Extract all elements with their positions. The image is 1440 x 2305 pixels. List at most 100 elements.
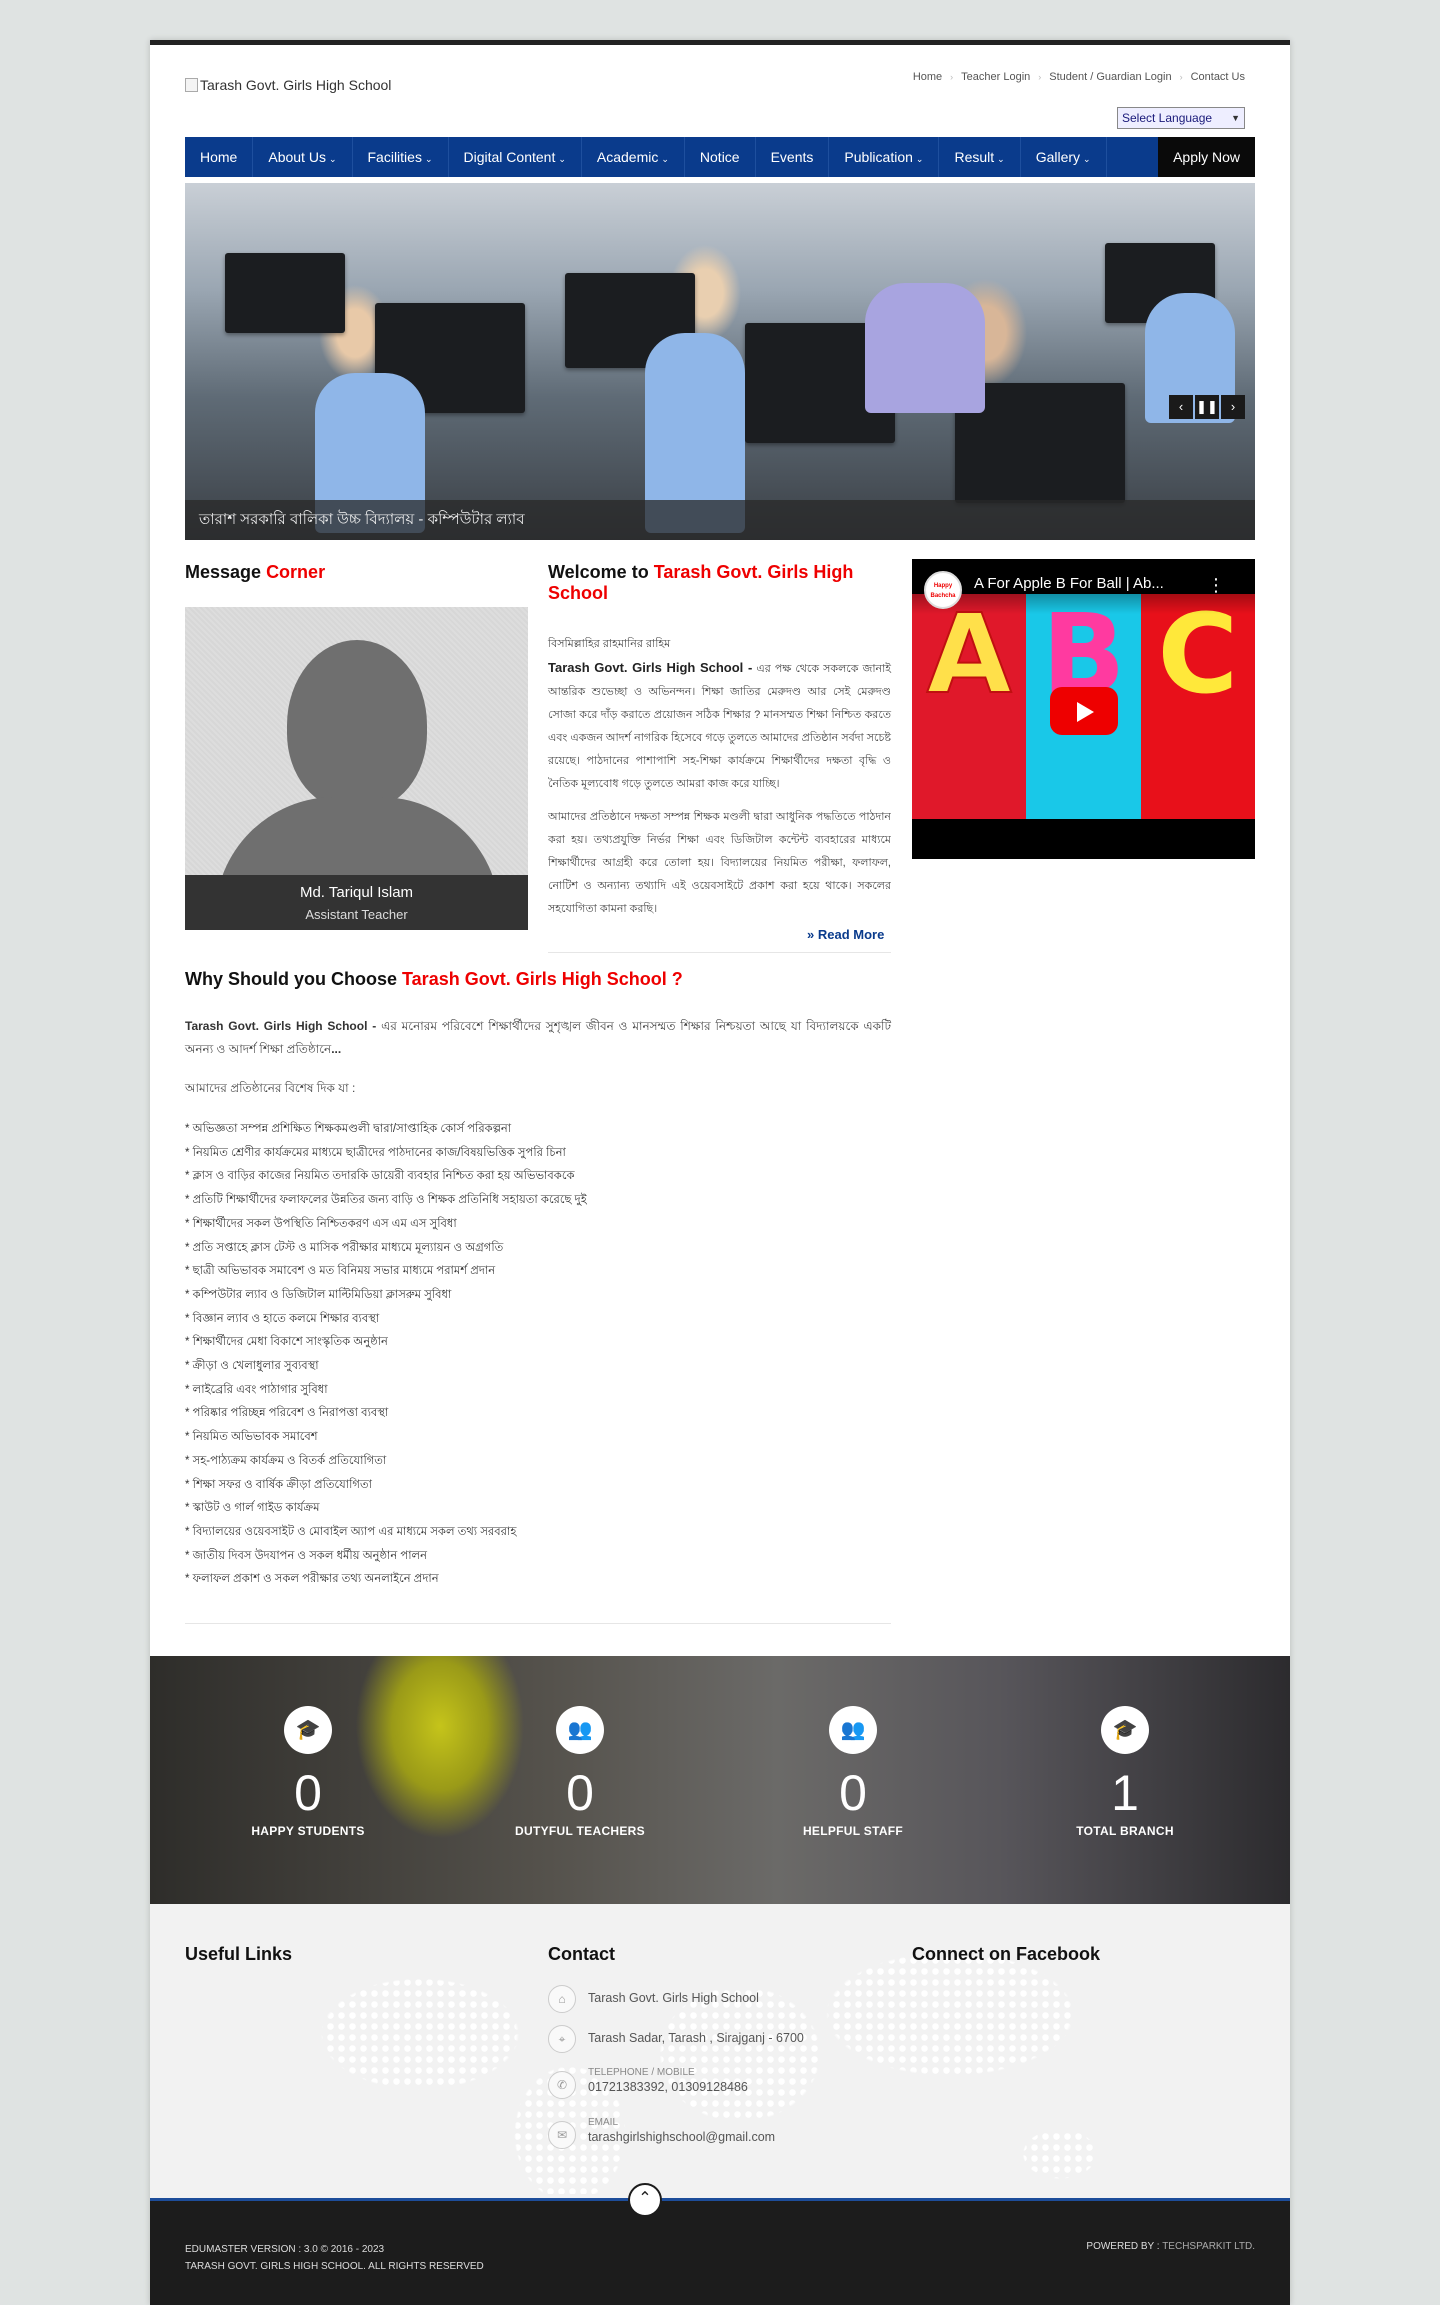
top-link-student-login[interactable]: Student / Guardian Login bbox=[1049, 71, 1171, 83]
facebook-heading: Connect on Facebook bbox=[912, 1944, 1101, 1964]
list-item: * বিদ্যালয়ের ওয়েবসাইট ও মোবাইল অ্যাপ এ… bbox=[185, 1525, 517, 1538]
avatar-placeholder-icon bbox=[287, 640, 427, 810]
welcome-paragraph-2: আমাদের প্রতিষ্ঠানে দক্ষতা সম্পন্ন শিক্ষক… bbox=[548, 811, 891, 914]
graduation-cap-icon: 🎓 bbox=[284, 1706, 332, 1754]
envelope-icon: ✉ bbox=[548, 2121, 576, 2149]
stats-banner: 🎓 0 HAPPY STUDENTS 👥 0 DUTYFUL TEACHERS … bbox=[150, 1656, 1290, 1904]
more-options-icon[interactable]: ⋮ bbox=[1207, 575, 1225, 596]
message-caption: Md. Tariqul Islam Assistant Teacher bbox=[185, 875, 528, 930]
video-title[interactable]: A For Apple B For Ball | Ab... bbox=[912, 559, 1255, 614]
stat-staff: 👥 0 HELPFUL STAFF bbox=[753, 1706, 953, 1838]
stat-value: 1 bbox=[1111, 1765, 1139, 1821]
language-select[interactable]: Select Language ▼ bbox=[1117, 107, 1245, 129]
separator-icon: › bbox=[1038, 72, 1042, 82]
phone-icon: ✆ bbox=[548, 2071, 576, 2099]
list-item: * লাইব্রেরি এবং পাঠাগার সুবিধা bbox=[185, 1383, 328, 1396]
stat-value: 0 bbox=[839, 1765, 867, 1821]
powered-by: POWERED BY : TECHSPARKIT LTD. bbox=[1086, 2241, 1255, 2252]
slider-next-icon[interactable]: › bbox=[1221, 395, 1245, 419]
chevron-down-icon: ⌄ bbox=[997, 154, 1005, 164]
nav-home[interactable]: Home bbox=[185, 137, 254, 177]
building-icon: ⌂ bbox=[548, 1985, 576, 2013]
top-links: Home › Teacher Login › Student / Guardia… bbox=[913, 71, 1245, 83]
hero-slider[interactable]: ‹ ❚❚ › তারাশ সরকারি বালিকা উচ্চ বিদ্যালয… bbox=[185, 183, 1255, 540]
welcome-paragraph-1: এর পক্ষ থেকে সকলকে জানাই আন্তরিক শুভেচ্ছ… bbox=[548, 663, 891, 790]
list-item: * প্রতি সপ্তাহে ক্লাস টেস্ট ও মাসিক পরীক… bbox=[185, 1241, 504, 1254]
nav-result[interactable]: Result ⌄ bbox=[939, 137, 1021, 177]
list-item: * ফলাফল প্রকাশ ও সকল পরীক্ষার তথ্য অনলাই… bbox=[185, 1573, 439, 1586]
apply-now-button[interactable]: Apply Now bbox=[1158, 137, 1255, 177]
channel-avatar[interactable]: Happy Bachcha bbox=[924, 571, 962, 609]
list-item: * সহ-পাঠ্যক্রম কার্যক্রম ও বিতর্ক প্রতিয… bbox=[185, 1454, 387, 1467]
powered-link[interactable]: TECHSPARKIT LTD. bbox=[1162, 2241, 1255, 2252]
stat-value: 0 bbox=[566, 1765, 594, 1821]
message-name: Md. Tariqul Islam bbox=[299, 884, 414, 901]
nav-publication[interactable]: Publication ⌄ bbox=[829, 137, 940, 177]
message-photo: Md. Tariqul Islam Assistant Teacher bbox=[185, 607, 528, 930]
top-link-home[interactable]: Home bbox=[913, 71, 942, 83]
list-item: * শিক্ষার্থীদের সকল উপস্থিতি নিশ্চিতকরণ … bbox=[185, 1217, 457, 1230]
stat-branch: 🎓 1 TOTAL BRANCH bbox=[1025, 1706, 1225, 1838]
read-more-link[interactable]: » Read More bbox=[807, 927, 884, 942]
chevron-down-icon: ⌄ bbox=[915, 154, 924, 164]
contact-phone: ✆ TELEPHONE / MOBILE 01721383392, 013091… bbox=[548, 2067, 748, 2099]
slide-photo-detail bbox=[225, 253, 345, 333]
list-item: * পরিষ্কার পরিচ্ছন্ন পরিবেশ ও নিরাপত্তা … bbox=[185, 1407, 389, 1420]
list-item: * জাতীয় দিবস উদযাপন ও সকল ধর্মীয় অনুষ্… bbox=[185, 1549, 427, 1562]
staff-icon: 👥 bbox=[829, 1706, 877, 1754]
slider-pause-icon[interactable]: ❚❚ bbox=[1195, 395, 1219, 419]
letter-c: C bbox=[1140, 594, 1255, 819]
welcome-intro: বিসমিল্লাহির রাহমানির রাহিম bbox=[548, 638, 671, 650]
letter-a: A bbox=[912, 593, 1027, 819]
list-item: * নিয়মিত শ্রেণীর কার্যক্রমের মাধ্যমে ছা… bbox=[185, 1146, 566, 1159]
chevron-down-icon: ⌄ bbox=[424, 154, 433, 164]
list-item: * বিজ্ঞান ল্যাব ও হাতে কলমে শিক্ষার ব্যব… bbox=[185, 1312, 380, 1325]
nav-events[interactable]: Events bbox=[756, 137, 830, 177]
chevron-down-icon: ▼ bbox=[1231, 113, 1240, 123]
list-item: * ছাত্রী অভিভাবক সমাবেশ ও মত বিনিময় সভা… bbox=[185, 1265, 496, 1278]
school-logo[interactable]: Tarash Govt. Girls High School bbox=[185, 77, 391, 93]
map-pin-icon: ⌖ bbox=[548, 2025, 576, 2053]
language-select-value: Select Language bbox=[1122, 111, 1213, 125]
slide-photo-detail bbox=[865, 283, 985, 413]
divider bbox=[548, 952, 891, 953]
nav-notice[interactable]: Notice bbox=[685, 137, 756, 177]
message-role: Assistant Teacher bbox=[305, 907, 408, 922]
nav-gallery[interactable]: Gallery ⌄ bbox=[1021, 137, 1107, 177]
powered-label: POWERED BY : bbox=[1086, 2241, 1160, 2252]
page-container: Tarash Govt. Girls High School Home › Te… bbox=[150, 40, 1290, 2305]
teachers-icon: 👥 bbox=[556, 1706, 604, 1754]
phone-label: TELEPHONE / MOBILE bbox=[588, 2067, 695, 2078]
stat-value: 0 bbox=[294, 1765, 322, 1821]
nav-digital-content[interactable]: Digital Content ⌄ bbox=[449, 137, 582, 177]
welcome-text: বিসমিল্লাহির রাহমানির রাহিম Tarash Govt.… bbox=[548, 633, 891, 924]
nav-facilities[interactable]: Facilities ⌄ bbox=[353, 137, 449, 177]
nav-academic[interactable]: Academic ⌄ bbox=[582, 137, 685, 177]
contact-address: ⌖ Tarash Sadar, Tarash , Sirajganj - 670… bbox=[548, 2025, 804, 2053]
chevron-down-icon: ⌄ bbox=[1083, 154, 1091, 164]
chevron-down-icon: ⌄ bbox=[661, 154, 669, 164]
play-icon[interactable] bbox=[1050, 687, 1118, 735]
why-intro: Tarash Govt. Girls High School - এর মনোর… bbox=[185, 1019, 891, 1056]
stat-label: DUTYFUL TEACHERS bbox=[515, 1824, 645, 1838]
contact-email: ✉ EMAIL tarashgirlshighschool@gmail.com bbox=[548, 2117, 775, 2149]
why-subheading: আমাদের প্রতিষ্ঠানের বিশেষ দিক যা : bbox=[185, 1081, 356, 1095]
top-link-teacher-login[interactable]: Teacher Login bbox=[961, 71, 1030, 83]
copyright: EDUMASTER VERSION : 3.0 © 2016 - 2023 TA… bbox=[185, 2241, 484, 2275]
nav-about-us[interactable]: About Us ⌄ bbox=[253, 137, 353, 177]
email-value[interactable]: tarashgirlshighschool@gmail.com bbox=[588, 2130, 775, 2144]
stat-label: HAPPY STUDENTS bbox=[251, 1824, 365, 1838]
branch-icon: 🎓 bbox=[1101, 1706, 1149, 1754]
why-heading: Why Should you Choose Tarash Govt. Girls… bbox=[185, 969, 683, 989]
youtube-video-embed[interactable]: A B C A For Apple B For Ball | Ab... Hap… bbox=[912, 559, 1255, 859]
scroll-to-top-icon[interactable]: ⌃ bbox=[628, 2183, 662, 2217]
logo-alt-text: Tarash Govt. Girls High School bbox=[200, 77, 392, 93]
why-features-list: * অভিজ্ঞতা সম্পন্ন প্রশিক্ষিত শিক্ষকমণ্ড… bbox=[185, 1118, 891, 1592]
list-item: * নিয়মিত অভিভাবক সমাবেশ bbox=[185, 1431, 318, 1444]
separator-icon: › bbox=[950, 72, 954, 82]
contact-heading: Contact bbox=[548, 1944, 615, 1964]
phone-value[interactable]: 01721383392, 01309128486 bbox=[588, 2080, 748, 2094]
top-link-contact[interactable]: Contact Us bbox=[1191, 71, 1245, 83]
slider-prev-icon[interactable]: ‹ bbox=[1169, 395, 1193, 419]
list-item: * ক্লাস ও বাড়ির কাজের নিয়মিত তদারকি ডা… bbox=[185, 1170, 575, 1183]
